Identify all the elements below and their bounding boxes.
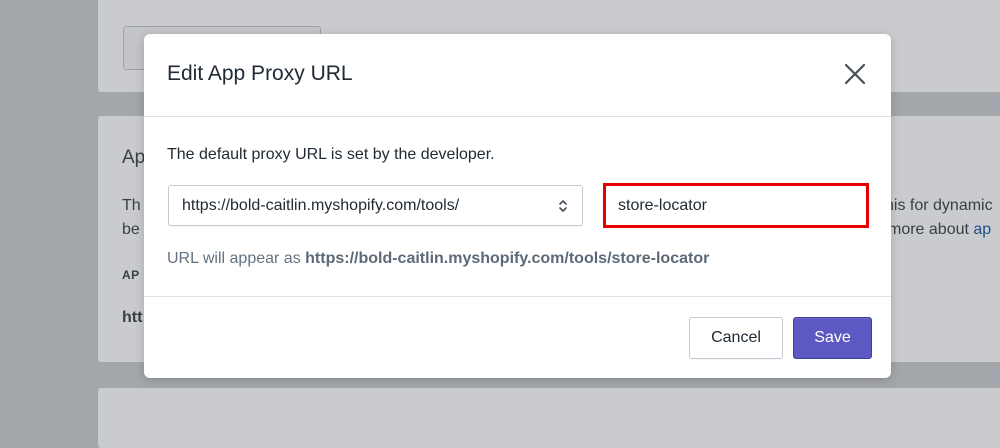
select-arrows-icon <box>559 200 567 212</box>
edit-app-proxy-modal: Edit App Proxy URL The default proxy URL… <box>144 34 891 378</box>
background-card-bottom <box>98 388 1000 448</box>
modal-description: The default proxy URL is set by the deve… <box>167 146 495 163</box>
background-heading-fragment: Ap <box>122 147 146 168</box>
background-text-fragment: his for dynamic <box>885 197 993 214</box>
background-text-fragment: be <box>122 221 140 238</box>
proxy-url-select-value: https://bold-caitlin.myshopify.com/tools… <box>182 197 460 214</box>
close-icon <box>844 63 866 85</box>
background-text-fragment: more about ap <box>888 221 991 239</box>
background-text-fragment: Th <box>122 197 141 214</box>
background-label-fragment: AP <box>122 268 140 282</box>
modal-header: Edit App Proxy URL <box>144 34 891 117</box>
background-text-fragment: more about <box>888 221 974 238</box>
modal-footer: Cancel Save <box>144 296 891 378</box>
url-preview-label: URL will appear as <box>167 250 306 267</box>
background-link-fragment: ap <box>973 221 992 238</box>
background-url-fragment: htt <box>122 309 143 326</box>
modal-title: Edit App Proxy URL <box>167 62 353 85</box>
proxy-url-select[interactable]: https://bold-caitlin.myshopify.com/tools… <box>168 185 583 226</box>
cancel-button[interactable]: Cancel <box>689 317 783 359</box>
url-preview-value: https://bold-caitlin.myshopify.com/tools… <box>305 250 710 267</box>
modal-body: The default proxy URL is set by the deve… <box>144 117 891 296</box>
subpath-input[interactable] <box>608 188 864 223</box>
close-button[interactable] <box>843 62 867 86</box>
url-preview: URL will appear as https://bold-caitlin.… <box>167 250 709 268</box>
save-button[interactable]: Save <box>793 317 872 359</box>
